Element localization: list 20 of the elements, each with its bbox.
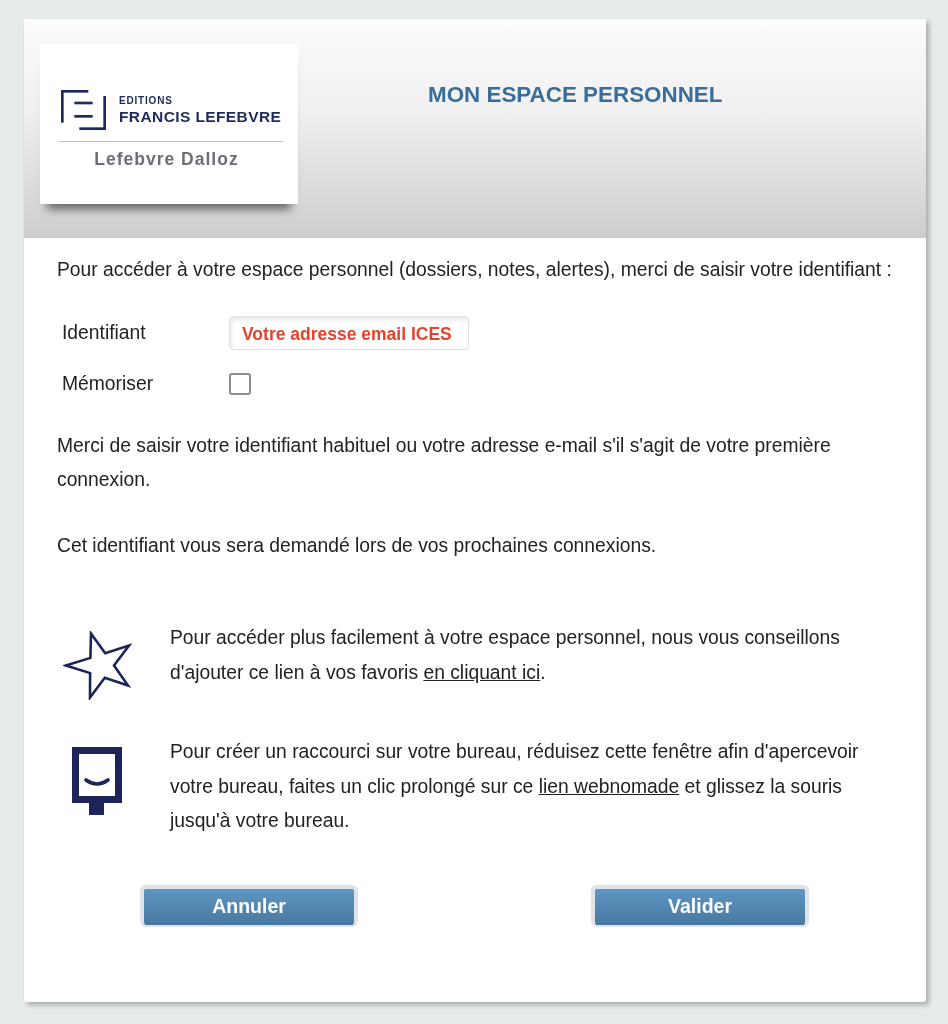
field-label: Mémoriser [61,373,155,395]
intro-text: Pour accéder à votre espace personnel (dossiers, notes, alertes), merci de saisir votre identifiant : [57,258,893,282]
brand-label: EDITIONS [119,94,174,107]
inline-link[interactable]: en cliquant ici [423,661,541,683]
submit-button[interactable]: Valider [591,884,809,927]
brand-subtitle: Lefebvre Dalloz [94,149,239,170]
page-title: MON ESPACE PERSONNEL [428,82,723,108]
cancel-button[interactable]: Annuler [140,884,358,927]
screen-icon [72,747,122,815]
field-label: Identifiant [61,322,147,344]
inline-link[interactable]: lien webnomade [538,775,680,797]
logo-mark-icon [61,90,106,130]
checkbox[interactable] [229,373,251,395]
text-field[interactable]: Votre adresse email ICES [229,316,469,350]
star-icon [62,631,132,700]
info-text: Merci de saisir votre identifiant habituel ou votre adresse e-mail s'il s'agit de votre première connexion. [57,434,832,492]
tip-text: Pour créer un raccourci sur votre bureau, réduisez cette fenêtre afin d'apercevoir votre bureau, faites un clic prolongé sur ce lien webnomade et glissez la souris jusqu'à votre bureau. [170,740,860,833]
brand-name: FRANCIS LEFEBVRE [119,106,282,126]
info-text: Cet identifiant vous sera demandé lors de vos prochaines connexions. [57,534,658,558]
tip-text: Pour accéder plus facilement à votre espace personnel, nous vous conseillons d'ajouter ce lien à vos favoris en cliquant ici. [170,626,841,685]
